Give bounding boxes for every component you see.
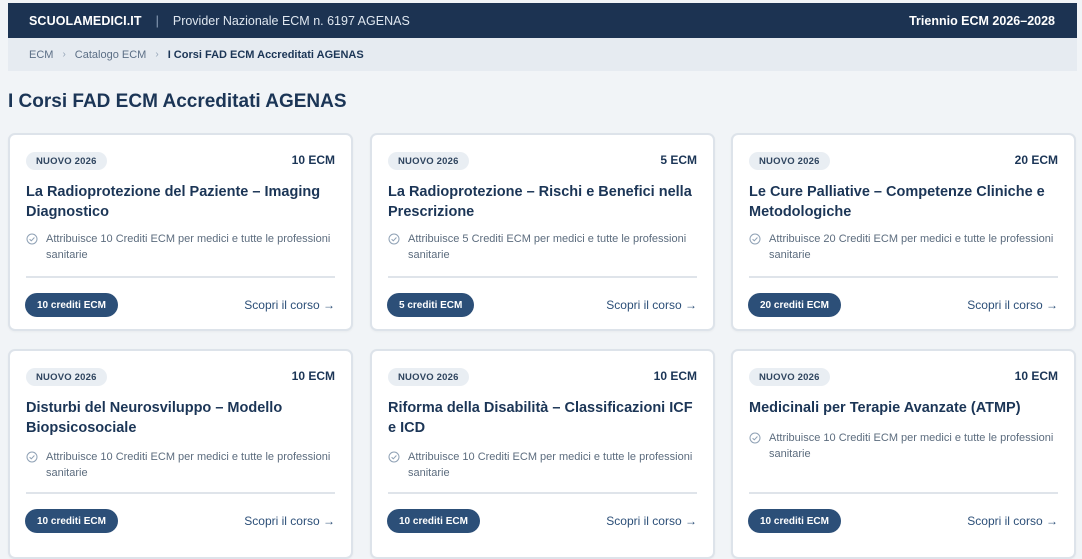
new-badge: NUOVO 2026 [749, 152, 830, 170]
header-separator: | [155, 13, 159, 28]
course-card[interactable]: NUOVO 2026 10 ECM Riforma della Disabili… [370, 349, 715, 559]
course-card[interactable]: NUOVO 2026 10 ECM Medicinali per Terapie… [731, 349, 1076, 559]
course-description: Attribuisce 20 Crediti ECM per medici e … [749, 231, 1064, 263]
course-title[interactable]: Riforma della Disabilità – Classificazio… [388, 399, 698, 438]
ecm-count: 10 ECM [291, 369, 335, 383]
course-card[interactable]: NUOVO 2026 10 ECM Disturbi del Neurosvil… [8, 349, 353, 559]
ecm-count: 20 ECM [1014, 153, 1058, 167]
course-description: Attribuisce 10 Crediti ECM per medici e … [26, 231, 341, 263]
credits-pill: 10 crediti ECM [25, 509, 118, 533]
breadcrumb-link-ecm[interactable]: ECM [29, 49, 53, 61]
card-divider [26, 276, 335, 278]
credits-pill: 10 crediti ECM [387, 509, 480, 533]
course-description: Attribuisce 10 Crediti ECM per medici e … [26, 449, 341, 481]
new-badge: NUOVO 2026 [26, 368, 107, 386]
check-circle-icon [26, 233, 38, 245]
breadcrumb-link-catalogo[interactable]: Catalogo ECM [75, 49, 147, 61]
ecm-count: 10 ECM [291, 153, 335, 167]
description-text: Attribuisce 10 Crediti ECM per medici e … [46, 233, 331, 261]
description-text: Attribuisce 10 Crediti ECM per medici e … [46, 451, 331, 479]
ecm-count: 10 ECM [653, 369, 697, 383]
description-text: Attribuisce 10 Crediti ECM per medici e … [769, 432, 1054, 460]
breadcrumb-chevron-icon: › [62, 49, 66, 60]
course-description: Attribuisce 10 Crediti ECM per medici e … [749, 430, 1064, 462]
card-divider [749, 276, 1058, 278]
new-badge: NUOVO 2026 [388, 368, 469, 386]
description-text: Attribuisce 10 Crediti ECM per medici e … [408, 451, 693, 479]
brand-logo[interactable]: SCUOLAMEDICI.IT [29, 14, 142, 28]
page-title: I Corsi FAD ECM Accreditati AGENAS [8, 91, 347, 112]
discover-course-link[interactable]: Scopri il corso → [244, 298, 335, 312]
check-circle-icon [749, 432, 761, 444]
check-circle-icon [26, 451, 38, 463]
top-header-bar: SCUOLAMEDICI.IT | Provider Nazionale ECM… [8, 3, 1077, 38]
course-card[interactable]: NUOVO 2026 20 ECM Le Cure Palliative – C… [731, 133, 1076, 331]
description-text: Attribuisce 20 Crediti ECM per medici e … [769, 233, 1054, 261]
check-circle-icon [388, 451, 400, 463]
card-divider [388, 492, 697, 494]
course-card[interactable]: NUOVO 2026 5 ECM La Radioprotezione – Ri… [370, 133, 715, 331]
breadcrumb: ECM › Catalogo ECM › I Corsi FAD ECM Acc… [8, 38, 1077, 71]
ecm-count: 5 ECM [660, 153, 697, 167]
card-divider [26, 492, 335, 494]
course-title[interactable]: Disturbi del Neurosviluppo – Modello Bio… [26, 399, 336, 438]
course-card[interactable]: NUOVO 2026 10 ECM La Radioprotezione del… [8, 133, 353, 331]
breadcrumb-chevron-icon: › [155, 49, 159, 60]
description-text: Attribuisce 5 Crediti ECM per medici e t… [408, 233, 687, 261]
discover-course-link[interactable]: Scopri il corso → [606, 514, 697, 528]
course-description: Attribuisce 5 Crediti ECM per medici e t… [388, 231, 703, 263]
new-badge: NUOVO 2026 [749, 368, 830, 386]
check-circle-icon [388, 233, 400, 245]
ecm-count: 10 ECM [1014, 369, 1058, 383]
new-badge: NUOVO 2026 [388, 152, 469, 170]
breadcrumb-current: I Corsi FAD ECM Accreditati AGENAS [167, 48, 364, 61]
course-title[interactable]: La Radioprotezione del Paziente – Imagin… [26, 183, 336, 222]
course-title[interactable]: Le Cure Palliative – Competenze Cliniche… [749, 183, 1059, 222]
card-divider [749, 492, 1058, 494]
discover-course-link[interactable]: Scopri il corso → [967, 514, 1058, 528]
credits-pill: 10 crediti ECM [748, 509, 841, 533]
course-title[interactable]: La Radioprotezione – Rischi e Benefici n… [388, 183, 698, 222]
credits-pill: 5 crediti ECM [387, 293, 475, 317]
course-description: Attribuisce 10 Crediti ECM per medici e … [388, 449, 703, 481]
check-circle-icon [749, 233, 761, 245]
discover-course-link[interactable]: Scopri il corso → [244, 514, 335, 528]
card-divider [388, 276, 697, 278]
discover-course-link[interactable]: Scopri il corso → [606, 298, 697, 312]
provider-text: Provider Nazionale ECM n. 6197 AGENAS [172, 13, 410, 28]
new-badge: NUOVO 2026 [26, 152, 107, 170]
triennio-label: Triennio ECM 2026–2028 [909, 13, 1055, 28]
discover-course-link[interactable]: Scopri il corso → [967, 298, 1058, 312]
course-title[interactable]: Medicinali per Terapie Avanzate (ATMP) [749, 399, 1059, 419]
credits-pill: 20 crediti ECM [748, 293, 841, 317]
credits-pill: 10 crediti ECM [25, 293, 118, 317]
